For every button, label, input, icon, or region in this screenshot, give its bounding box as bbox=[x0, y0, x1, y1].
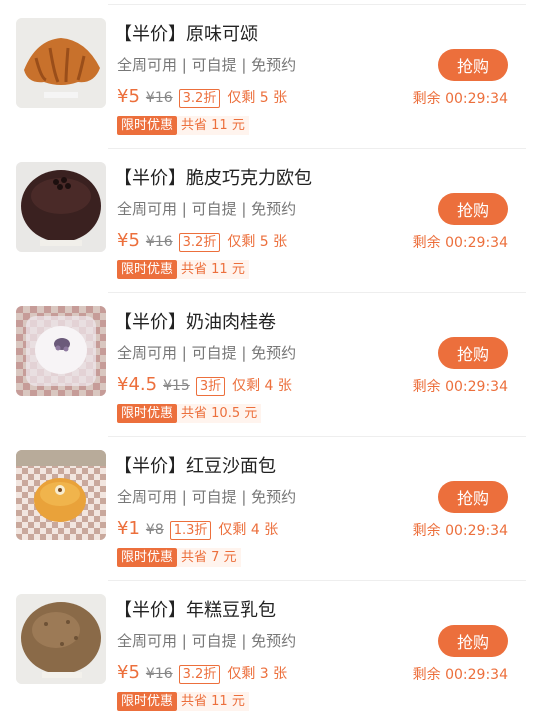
item-desc: 全周可用 | 可自提 | 免预约 bbox=[117, 56, 297, 74]
item-title: 【半价】脆皮巧克力欧包 bbox=[114, 168, 312, 189]
item-desc: 全周可用 | 可自提 | 免预约 bbox=[117, 344, 297, 362]
savings-tag: 共省 11 元 bbox=[177, 692, 249, 711]
sale-price: ¥5 bbox=[117, 230, 140, 251]
red-bean-bun-image[interactable] bbox=[16, 450, 106, 540]
promo-tags: 限时优惠 共省 7 元 bbox=[117, 548, 241, 567]
deal-item[interactable]: 【半价】脆皮巧克力欧包 全周可用 | 可自提 | 免预约 ¥5 ¥16 3.2折… bbox=[0, 144, 540, 288]
divider bbox=[108, 148, 526, 149]
deal-item[interactable]: 【半价】红豆沙面包 全周可用 | 可自提 | 免预约 ¥1 ¥8 1.3折 仅剩… bbox=[0, 432, 540, 576]
rice-cake-soy-bun-image[interactable] bbox=[16, 594, 106, 684]
buy-button[interactable]: 抢购 bbox=[438, 481, 508, 513]
countdown-timer: 剩余 00:29:34 bbox=[412, 91, 508, 107]
buy-button[interactable]: 抢购 bbox=[438, 337, 508, 369]
remaining-count: 仅剩 5 张 bbox=[227, 90, 288, 106]
discount-badge: 3.2折 bbox=[178, 233, 221, 252]
remaining-count: 仅剩 4 张 bbox=[218, 522, 279, 538]
sale-price: ¥1 bbox=[117, 518, 140, 539]
discount-badge: 3折 bbox=[195, 377, 226, 396]
divider bbox=[108, 4, 526, 5]
limited-offer-tag: 限时优惠 bbox=[117, 404, 178, 423]
remaining-count: 仅剩 5 张 bbox=[227, 234, 288, 250]
deal-list: 【半价】原味可颂 全周可用 | 可自提 | 免预约 ¥5 ¥16 3.2折 仅剩… bbox=[0, 0, 540, 720]
sale-price: ¥4.5 bbox=[117, 374, 158, 395]
cinnamon-roll-image[interactable] bbox=[16, 306, 106, 396]
original-price: ¥16 bbox=[145, 90, 173, 106]
deal-item[interactable]: 【半价】年糕豆乳包 全周可用 | 可自提 | 免预约 ¥5 ¥16 3.2折 仅… bbox=[0, 576, 540, 720]
original-price: ¥15 bbox=[163, 378, 190, 394]
savings-tag: 共省 10.5 元 bbox=[177, 404, 262, 423]
sale-price: ¥5 bbox=[117, 662, 140, 683]
price-row: ¥5 ¥16 3.2折 仅剩 5 张 bbox=[117, 86, 287, 108]
price-row: ¥4.5 ¥15 3折 仅剩 4 张 bbox=[117, 374, 292, 396]
countdown-timer: 剩余 00:29:34 bbox=[412, 235, 508, 251]
price-row: ¥5 ¥16 3.2折 仅剩 5 张 bbox=[117, 230, 287, 252]
price-row: ¥5 ¥16 3.2折 仅剩 3 张 bbox=[117, 662, 287, 684]
limited-offer-tag: 限时优惠 bbox=[117, 692, 178, 711]
promo-tags: 限时优惠 共省 11 元 bbox=[117, 692, 249, 711]
original-price: ¥8 bbox=[145, 522, 164, 538]
item-title: 【半价】奶油肉桂卷 bbox=[114, 312, 276, 333]
buy-button[interactable]: 抢购 bbox=[438, 193, 508, 225]
divider bbox=[108, 436, 526, 437]
countdown-timer: 剩余 00:29:34 bbox=[412, 379, 508, 395]
item-desc: 全周可用 | 可自提 | 免预约 bbox=[117, 488, 297, 506]
countdown-timer: 剩余 00:29:34 bbox=[412, 523, 508, 539]
remaining-count: 仅剩 3 张 bbox=[227, 666, 288, 682]
buy-button[interactable]: 抢购 bbox=[438, 625, 508, 657]
buy-button[interactable]: 抢购 bbox=[438, 49, 508, 81]
limited-offer-tag: 限时优惠 bbox=[117, 116, 178, 135]
deal-item[interactable]: 【半价】奶油肉桂卷 全周可用 | 可自提 | 免预约 ¥4.5 ¥15 3折 仅… bbox=[0, 288, 540, 432]
promo-tags: 限时优惠 共省 11 元 bbox=[117, 116, 249, 135]
discount-badge: 1.3折 bbox=[169, 521, 212, 540]
countdown-timer: 剩余 00:29:34 bbox=[412, 667, 508, 683]
promo-tags: 限时优惠 共省 11 元 bbox=[117, 260, 249, 279]
deal-item[interactable]: 【半价】原味可颂 全周可用 | 可自提 | 免预约 ¥5 ¥16 3.2折 仅剩… bbox=[0, 0, 540, 144]
item-title: 【半价】红豆沙面包 bbox=[114, 456, 276, 477]
item-title: 【半价】原味可颂 bbox=[114, 24, 258, 45]
sale-price: ¥5 bbox=[117, 86, 140, 107]
chocolate-bread-image[interactable] bbox=[16, 162, 106, 252]
savings-tag: 共省 11 元 bbox=[177, 116, 249, 135]
savings-tag: 共省 11 元 bbox=[177, 260, 249, 279]
remaining-count: 仅剩 4 张 bbox=[232, 378, 292, 394]
discount-badge: 3.2折 bbox=[178, 665, 221, 684]
croissant-image[interactable] bbox=[16, 18, 106, 108]
limited-offer-tag: 限时优惠 bbox=[117, 548, 178, 567]
item-desc: 全周可用 | 可自提 | 免预约 bbox=[117, 200, 297, 218]
divider bbox=[108, 292, 526, 293]
price-row: ¥1 ¥8 1.3折 仅剩 4 张 bbox=[117, 518, 278, 540]
item-desc: 全周可用 | 可自提 | 免预约 bbox=[117, 632, 297, 650]
savings-tag: 共省 7 元 bbox=[177, 548, 241, 567]
discount-badge: 3.2折 bbox=[178, 89, 221, 108]
limited-offer-tag: 限时优惠 bbox=[117, 260, 178, 279]
divider bbox=[108, 580, 526, 581]
promo-tags: 限时优惠 共省 10.5 元 bbox=[117, 404, 262, 423]
original-price: ¥16 bbox=[145, 234, 173, 250]
item-title: 【半价】年糕豆乳包 bbox=[114, 600, 276, 621]
original-price: ¥16 bbox=[145, 666, 173, 682]
